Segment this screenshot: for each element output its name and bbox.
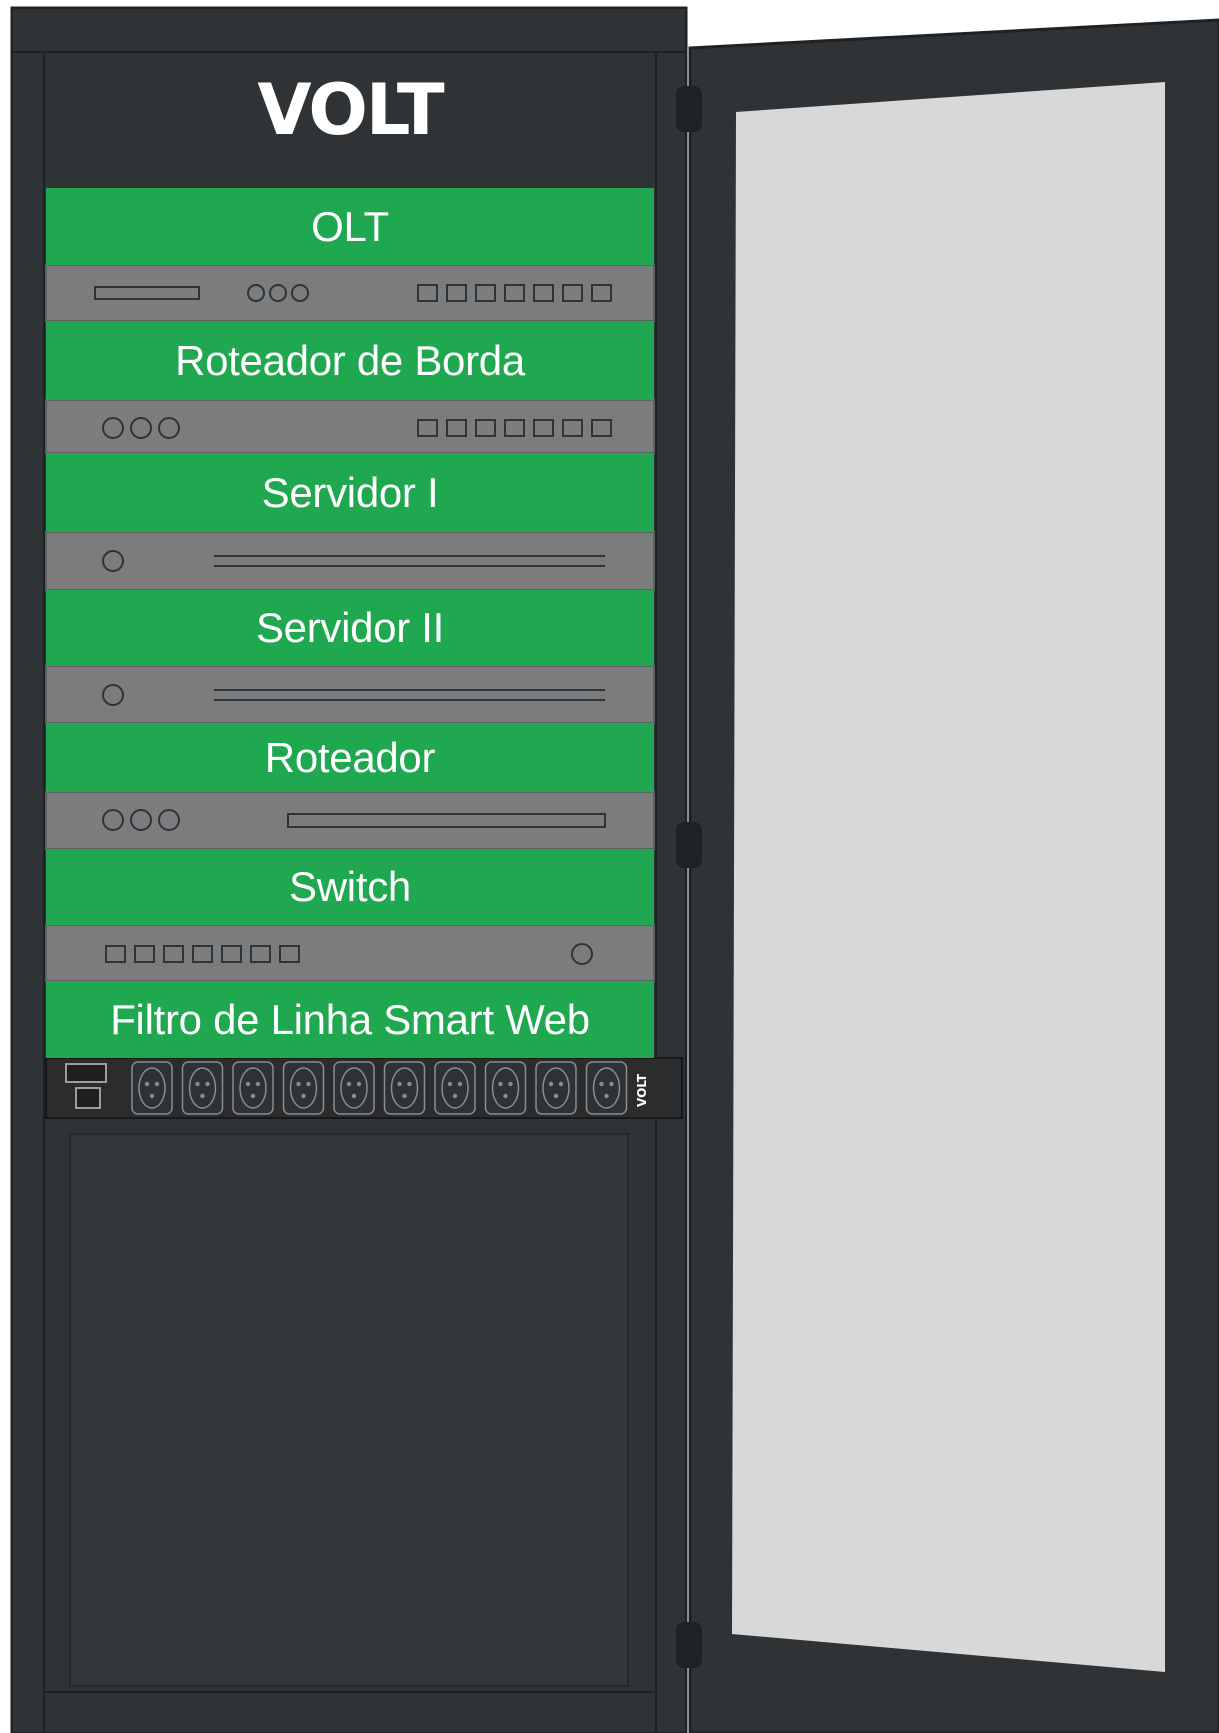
power-outlet — [333, 1061, 375, 1115]
power-outlet-pin — [604, 1093, 609, 1099]
door-glass — [732, 82, 1165, 1672]
cabinet-top-rail — [11, 7, 687, 53]
power-outlet-pin — [558, 1081, 564, 1087]
power-strip-brand: VOLT — [635, 1073, 649, 1107]
power-outlet-pin — [548, 1081, 554, 1087]
power-outlet-pin — [503, 1093, 508, 1099]
power-outlet-pin — [296, 1081, 301, 1087]
power-outlet-pin — [149, 1093, 155, 1099]
power-outlet-pin — [447, 1081, 453, 1087]
power-outlet-pin — [205, 1081, 210, 1087]
power-strip — [45, 1057, 683, 1119]
power-outlet-pin — [402, 1093, 407, 1099]
ports-panel — [45, 399, 655, 454]
power-outlet-pin — [346, 1081, 352, 1087]
switch-panel — [45, 924, 655, 982]
rack-unit-label-server-2: Servidor II — [46, 590, 654, 666]
power-outlet-pin — [351, 1093, 357, 1099]
cabinet-empty-bay — [69, 1133, 629, 1687]
rack-unit-label-power-strip: Filtro de Linha Smart Web — [46, 981, 654, 1058]
power-outlet — [282, 1061, 325, 1115]
power-outlet-pin — [245, 1081, 251, 1087]
rack-unit-label-router: Roteador — [46, 723, 654, 792]
power-outlet-pin — [144, 1081, 150, 1087]
olt-panel — [45, 264, 655, 322]
power-outlet-pin — [407, 1081, 412, 1087]
router-panel — [45, 791, 655, 850]
cabinet-left-rail — [11, 51, 45, 1733]
server-panel — [45, 665, 655, 724]
power-outlet-pin — [250, 1093, 256, 1099]
power-outlet-pin — [452, 1093, 458, 1099]
power-outlet — [585, 1061, 628, 1115]
power-outlet-pin — [195, 1081, 200, 1087]
power-outlet-pin — [508, 1081, 513, 1087]
power-outlet-pin — [599, 1081, 604, 1087]
power-outlet-pin — [553, 1093, 559, 1099]
power-outlet — [434, 1061, 476, 1115]
power-strip-display — [65, 1063, 107, 1083]
power-outlet-pin — [498, 1081, 503, 1087]
power-outlet-pin — [255, 1081, 261, 1087]
cabinet-bottom-rail — [43, 1691, 657, 1733]
cabinet-right-rail — [655, 51, 687, 1733]
power-outlet-pin — [609, 1081, 614, 1087]
power-outlet — [181, 1061, 224, 1115]
power-outlet — [131, 1061, 173, 1115]
power-outlet-pin — [301, 1093, 306, 1099]
power-outlet-pin — [306, 1081, 311, 1087]
rack-unit-label-switch: Switch — [46, 849, 654, 925]
power-strip-ethernet-port — [75, 1087, 101, 1109]
power-outlet — [535, 1061, 577, 1115]
power-outlet-pin — [200, 1093, 205, 1099]
power-outlet-pin — [397, 1081, 402, 1087]
power-outlet-pin — [154, 1081, 160, 1087]
server-panel — [45, 531, 655, 591]
power-outlet-pin — [356, 1081, 362, 1087]
door-hinge-top — [676, 86, 702, 132]
power-outlet — [383, 1061, 426, 1115]
rack-unit-label-olt: OLT — [46, 188, 654, 265]
rack-unit-label-edge-router: Roteador de Borda — [46, 321, 654, 400]
power-outlet — [484, 1061, 527, 1115]
door-hinge-middle — [676, 822, 702, 868]
power-outlet — [232, 1061, 274, 1115]
volt-logo: VOLT — [257, 69, 444, 151]
power-outlet-pin — [457, 1081, 463, 1087]
rack-unit-label-server-1: Servidor I — [46, 453, 654, 532]
door-hinge-bottom — [676, 1622, 702, 1668]
